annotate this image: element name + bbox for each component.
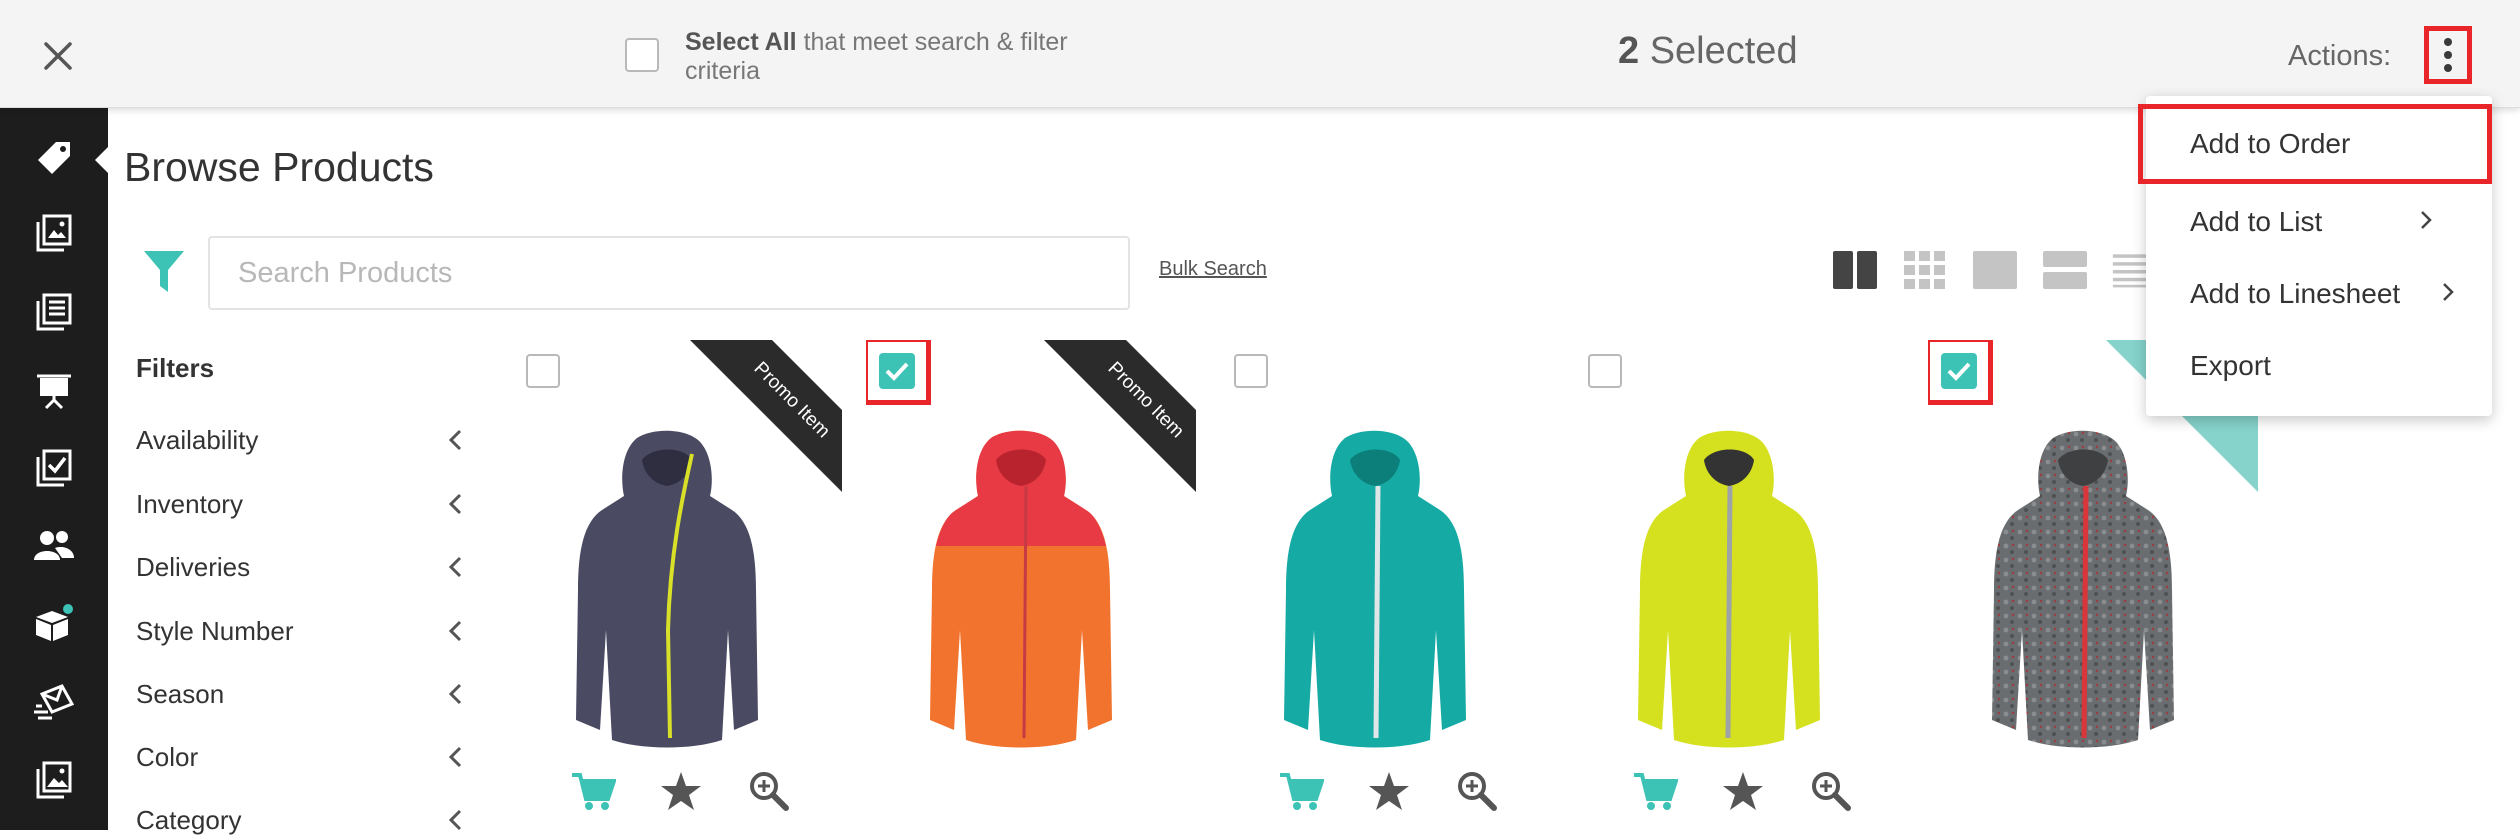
filter-icon[interactable] [142,248,186,301]
product-image [576,430,758,748]
chevron-left-icon [448,556,462,578]
select-all-label: Select All that meet search & filter cri… [685,28,1068,85]
selection-bar: Select All that meet search & filter cri… [0,0,2520,108]
product-image [1284,430,1466,748]
filter-label: Inventory [136,488,243,519]
chevron-left-icon [448,493,462,515]
bulk-search-link[interactable]: Bulk Search [1159,258,1267,281]
product-image [1992,430,2174,748]
menu-item-add-to-order[interactable]: Add to Order [2138,104,2492,184]
menu-item-label: Export [2190,350,2271,381]
kebab-dot [2444,64,2452,72]
actions-menu-button[interactable] [2424,26,2472,84]
menu-item-label: Add to List [2190,206,2323,237]
product-select-checkbox[interactable] [1928,340,1993,405]
page-title: Browse Products [124,144,434,190]
product-image [930,430,1112,748]
mail-icon[interactable] [30,678,78,726]
sidebar [0,108,109,830]
product-select-checkbox[interactable] [866,340,931,405]
presentation-icon[interactable] [30,366,78,414]
zoom-icon[interactable] [1454,770,1500,812]
filter-label: Category [136,804,242,835]
product-actions [1278,770,1500,812]
kebab-dot [2444,51,2452,59]
product-select-checkbox[interactable] [1234,354,1268,388]
product-card[interactable] [1220,340,1550,830]
product-select-checkbox[interactable] [1588,354,1622,388]
filter-deliveries[interactable]: Deliveries [136,547,462,587]
image-icon[interactable] [30,756,78,804]
select-all-checkbox[interactable] [625,38,659,72]
add-to-cart-icon[interactable] [1278,770,1324,812]
kebab-dot [2444,38,2452,46]
actions-label: Actions: [2288,40,2392,72]
favorite-star-icon[interactable] [1720,770,1766,812]
close-icon[interactable] [38,36,78,76]
product-card[interactable] [1574,340,1904,830]
select-all: Select All that meet search & filter cri… [625,28,1105,86]
search-input[interactable] [210,238,1128,308]
zoom-icon[interactable] [1808,770,1854,812]
filter-label: Color [136,741,199,772]
two-column-view-icon[interactable] [1832,250,1878,290]
favorite-star-icon[interactable] [1366,770,1412,812]
chevron-left-icon [448,746,462,768]
row-view-icon[interactable] [2042,250,2088,290]
add-to-cart-icon[interactable] [1632,770,1678,812]
large-view-icon[interactable] [1972,250,2018,290]
selected-count: 2 Selected [1618,30,1798,72]
catalog-icon[interactable] [30,209,78,257]
menu-item-label: Add to Order [2190,128,2351,159]
product-card[interactable]: Promo Item [866,340,1196,830]
filter-season[interactable]: Season [136,674,462,714]
filter-label: Season [136,678,225,709]
product-image [1638,430,1820,748]
product-select-checkbox[interactable] [526,354,560,388]
box-icon[interactable] [30,600,78,648]
filter-label: Style Number [136,615,294,646]
menu-item-add-to-list[interactable]: Add to List [2146,186,2492,258]
check-icon [879,353,915,389]
list-icon[interactable] [30,288,78,336]
grid-view-icon[interactable] [1902,250,1948,290]
add-to-cart-icon[interactable] [570,770,616,812]
filter-color[interactable]: Color [136,737,462,777]
check-icon [1941,353,1977,389]
search-box [208,236,1130,310]
filter-label: Deliveries [136,551,251,582]
menu-item-export[interactable]: Export [2146,330,2492,402]
product-card[interactable]: Promo Item [512,340,842,830]
filters-title: Filters [136,353,215,383]
actions-dropdown: Add to Order Add to List Add to Lineshee… [2138,96,2492,416]
menu-item-label: Add to Linesheet [2190,278,2401,309]
filter-label: Availability [136,424,259,455]
chevron-left-icon [448,620,462,642]
active-indicator [95,146,109,174]
chevron-left-icon [448,429,462,451]
favorite-star-icon[interactable] [658,770,704,812]
users-icon[interactable] [30,522,78,570]
filter-category[interactable]: Category [136,800,462,840]
view-toggles [1832,250,2152,290]
filter-style-number[interactable]: Style Number [136,611,462,651]
chevron-right-icon [2443,283,2454,301]
tag-icon[interactable] [30,134,78,182]
filter-availability[interactable]: Availability [136,420,462,460]
chevron-left-icon [448,809,462,831]
zoom-icon[interactable] [746,770,792,812]
checklist-icon[interactable] [30,444,78,492]
product-actions [1632,770,1854,812]
chevron-right-icon [2421,211,2432,229]
filter-inventory[interactable]: Inventory [136,484,462,524]
chevron-left-icon [448,683,462,705]
product-actions [570,770,792,812]
menu-item-add-to-linesheet[interactable]: Add to Linesheet [2146,258,2492,330]
